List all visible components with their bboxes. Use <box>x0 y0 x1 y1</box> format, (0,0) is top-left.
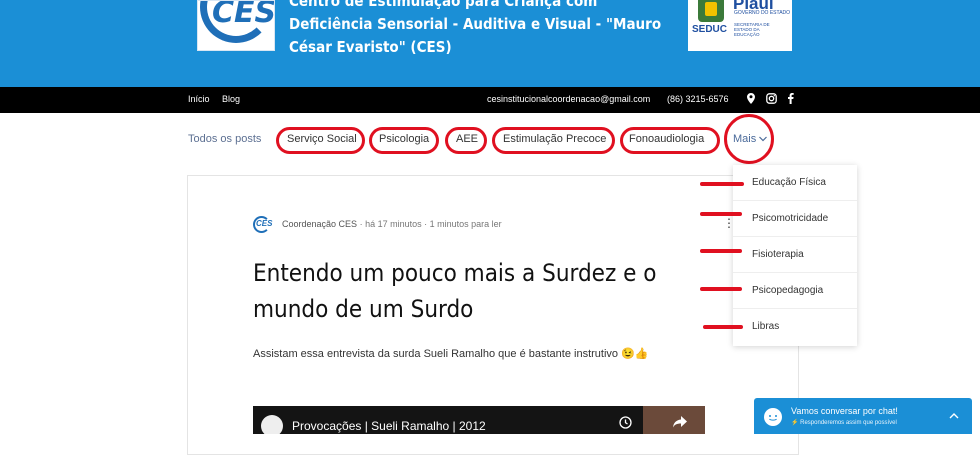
channel-logo-icon[interactable] <box>261 415 283 434</box>
facebook-icon[interactable] <box>784 93 796 105</box>
annotation-oval <box>276 127 365 154</box>
category-all-posts[interactable]: Todos os posts <box>188 133 261 145</box>
chat-widget[interactable]: Vamos conversar por chat! ⚡ Responderemo… <box>754 398 972 434</box>
chat-bubble-icon <box>764 408 782 426</box>
gov-label: GOVERNO DO ESTADO <box>734 10 791 16</box>
video-embed[interactable]: Provocações | Sueli Ramalho | 2012 <box>253 406 705 434</box>
annotation-dash <box>700 249 742 253</box>
seduc-label: SEDUC <box>692 24 728 35</box>
annotation-oval <box>620 127 720 154</box>
post-title[interactable]: Entendo um pouco mais a Surdez e o mundo… <box>253 255 733 327</box>
author-avatar[interactable]: CES <box>253 216 272 233</box>
state-emblem-icon <box>698 0 724 22</box>
chevron-up-icon[interactable] <box>949 408 959 422</box>
site-title: Centro de Estimulação para Criança com D… <box>289 0 662 56</box>
annotation-oval <box>369 127 439 154</box>
dropdown-item-libras[interactable]: Libras <box>733 309 857 345</box>
post-time: há 17 minutos <box>365 219 422 229</box>
instagram-icon[interactable] <box>765 93 777 105</box>
dropdown-item-fisioterapia[interactable]: Fisioterapia <box>733 237 857 273</box>
top-navbar: Início Blog cesinstitucionalcoordenacao@… <box>0 87 980 113</box>
category-menu: Todos os posts Serviço Social Psicologia… <box>0 113 980 164</box>
ces-logo[interactable]: CES <box>197 0 275 51</box>
video-title[interactable]: Provocações | Sueli Ramalho | 2012 <box>292 419 486 433</box>
annotation-dash <box>700 182 744 186</box>
contact-phone: (86) 3215-6576 <box>667 94 729 104</box>
map-pin-icon[interactable] <box>745 93 757 105</box>
chat-subtitle: ⚡ Responderemos assim que possível <box>791 420 897 426</box>
site-header: CES Centro de Estimulação para Criança c… <box>0 0 980 87</box>
share-icon[interactable] <box>673 416 687 431</box>
dropdown-item-psicomotricidade[interactable]: Psicomotricidade <box>733 201 857 237</box>
post-excerpt: Assistam essa entrevista da surda Sueli … <box>253 348 649 360</box>
avatar-text: CES <box>256 219 273 228</box>
government-logo: SEDUC Piauí GOVERNO DO ESTADO SECRETARIA… <box>688 0 792 51</box>
more-categories-dropdown: Educação Física Psicomotricidade Fisiote… <box>733 165 857 346</box>
logo-text: CES <box>212 0 275 30</box>
chat-title: Vamos conversar por chat! <box>791 406 898 416</box>
nav-link-blog[interactable]: Blog <box>222 94 240 104</box>
watch-later-icon[interactable] <box>619 416 632 432</box>
dropdown-item-educacao-fisica[interactable]: Educação Física <box>733 165 857 201</box>
secretaria-label: SECRETARIA DE ESTADO DA EDUCAÇÃO <box>734 22 770 37</box>
annotation-dash <box>700 287 742 291</box>
contact-email[interactable]: cesinstitucionalcoordenacao@gmail.com <box>487 94 650 104</box>
annotation-dash <box>700 212 742 216</box>
dropdown-item-psicopedagogia[interactable]: Psicopedagogia <box>733 273 857 309</box>
annotation-oval <box>492 127 615 154</box>
annotation-oval <box>445 127 487 154</box>
read-time: 1 minutos para ler <box>429 219 502 229</box>
nav-link-inicio[interactable]: Início <box>188 94 210 104</box>
author-name[interactable]: Coordenação CES <box>282 219 357 229</box>
annotation-circle <box>724 114 774 164</box>
annotation-dash <box>703 325 743 329</box>
post-meta: Coordenação CES · há 17 minutos · 1 minu… <box>282 219 502 229</box>
